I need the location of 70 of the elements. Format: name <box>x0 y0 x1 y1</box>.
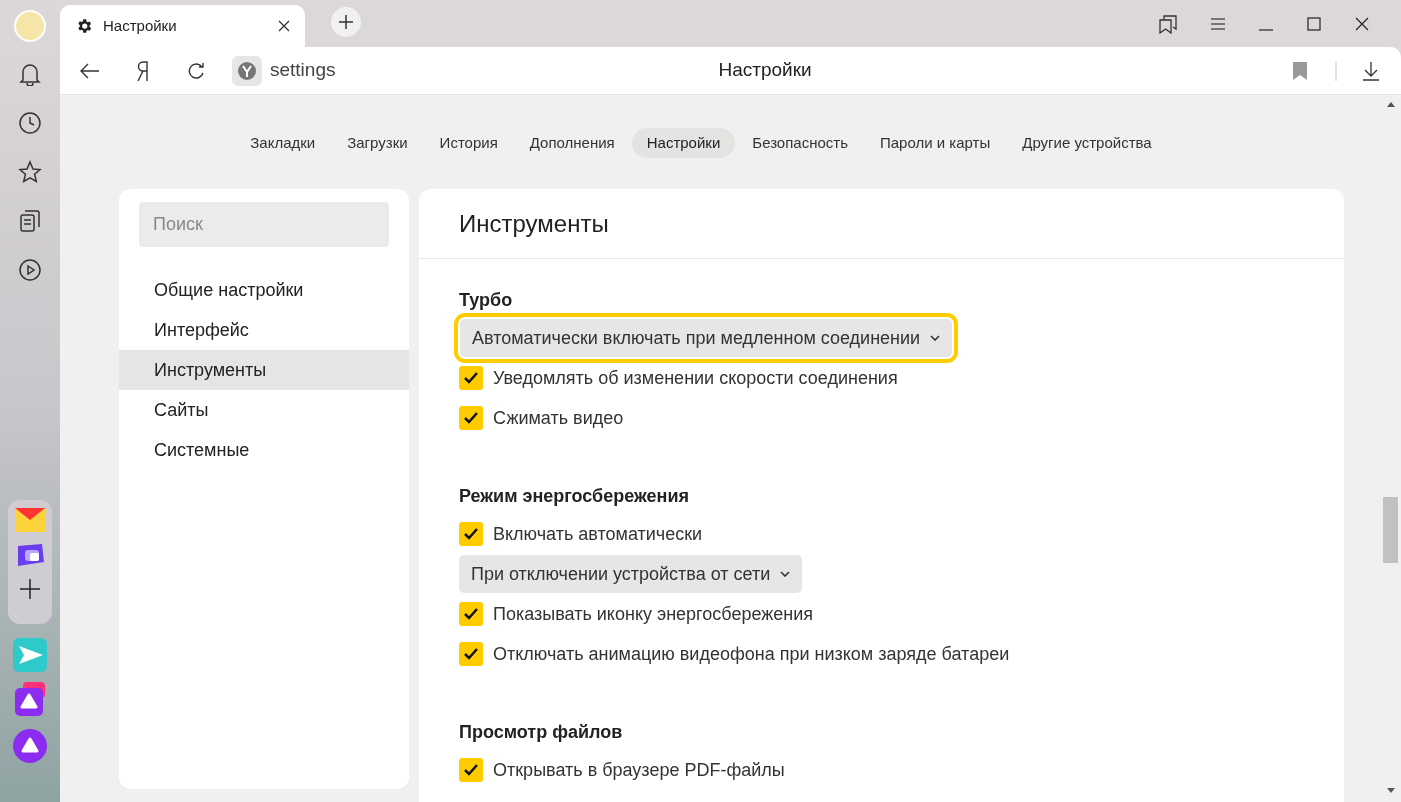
nav-tab[interactable]: Загрузки <box>332 128 423 158</box>
checkbox[interactable] <box>459 642 483 666</box>
maximize-icon[interactable] <box>1307 16 1321 31</box>
settings-icon <box>75 17 93 35</box>
back-icon[interactable] <box>80 62 100 79</box>
clock-icon[interactable] <box>18 111 42 135</box>
caret-icon <box>780 571 791 577</box>
checkbox[interactable] <box>459 406 483 430</box>
sidebar-item[interactable]: Интерфейс <box>119 310 409 350</box>
app-icon[interactable] <box>13 682 47 718</box>
group-heading: Просмотр файлов <box>459 720 624 744</box>
screens-icon[interactable] <box>15 542 45 568</box>
checkbox-label: Уведомлять об изменении скорости соединения <box>493 366 898 390</box>
star-icon[interactable] <box>18 160 42 184</box>
menu-icon[interactable] <box>1211 17 1225 30</box>
nav-tab[interactable]: Безопасность <box>737 128 863 158</box>
checkbox[interactable] <box>459 602 483 626</box>
sidebar-item[interactable]: Инструменты <box>119 350 409 390</box>
nav-tab[interactable]: История <box>424 128 513 158</box>
sidebar-item[interactable]: Общие настройки <box>119 270 409 310</box>
nav-tab[interactable]: Закладки <box>235 128 331 158</box>
tab-title: Настройки <box>103 15 178 36</box>
search-field[interactable]: Поиск <box>139 202 389 247</box>
nav-tab[interactable]: Пароли и карты <box>865 128 1006 158</box>
checkmark-icon <box>464 372 478 384</box>
bookmarks-icon[interactable] <box>1159 13 1177 34</box>
sidebar-item[interactable]: Сайты <box>119 390 409 430</box>
scroll-down-icon[interactable] <box>1386 788 1395 794</box>
nav-tab[interactable]: Настройки <box>631 128 736 158</box>
address-text[interactable]: settings <box>270 56 336 85</box>
checkmark-icon <box>464 412 478 424</box>
checkbox[interactable] <box>459 758 483 782</box>
checkbox-label: Отключать анимацию видеофона при низком заряде батареи <box>493 642 1010 666</box>
group-heading: Турбо <box>459 288 514 312</box>
bookmark-icon[interactable] <box>1293 61 1307 80</box>
nav-tab[interactable]: Другие устройства <box>1007 128 1167 158</box>
bell-icon[interactable] <box>19 62 41 86</box>
plus-icon[interactable] <box>19 578 41 600</box>
checkbox[interactable] <box>459 366 483 390</box>
collections-icon[interactable] <box>19 209 41 233</box>
scroll-up-icon[interactable] <box>1386 101 1395 107</box>
checkbox-label: Включать автоматически <box>493 522 703 546</box>
checkbox-label: Сжимать видео <box>493 406 624 430</box>
checkbox-label: Открывать в браузере PDF-файлы <box>493 758 785 782</box>
section-title: Инструменты <box>419 189 1344 259</box>
plus-icon <box>338 14 354 30</box>
mail-icon[interactable] <box>15 508 45 532</box>
close-icon[interactable] <box>278 20 290 32</box>
sidebar-item[interactable]: Системные <box>119 430 409 470</box>
assistant-icon[interactable] <box>12 728 48 764</box>
checkbox[interactable] <box>459 522 483 546</box>
new-tab-button[interactable] <box>331 7 361 37</box>
scrollbar-thumb[interactable] <box>1383 497 1398 563</box>
checkmark-icon <box>464 528 478 540</box>
nav-tab[interactable]: Дополнения <box>514 128 630 158</box>
checkbox-label: Показывать иконку энергосбережения <box>493 602 814 626</box>
browser-tab[interactable]: Настройки <box>60 5 305 47</box>
group-heading: Режим энергосбережения <box>459 484 690 508</box>
caret-icon <box>930 335 941 341</box>
checkmark-icon <box>464 764 478 776</box>
page-title: Настройки <box>718 58 813 83</box>
play-icon[interactable] <box>18 258 42 282</box>
dropdown[interactable]: При отключении устройства от сети <box>459 555 803 593</box>
download-icon[interactable] <box>1363 60 1379 81</box>
checkmark-icon <box>464 608 478 620</box>
reload-icon[interactable] <box>188 61 206 80</box>
yandex-logo-icon[interactable] <box>136 60 150 81</box>
checkmark-icon <box>464 648 478 660</box>
site-icon <box>232 55 262 86</box>
close-icon[interactable] <box>1355 16 1369 31</box>
